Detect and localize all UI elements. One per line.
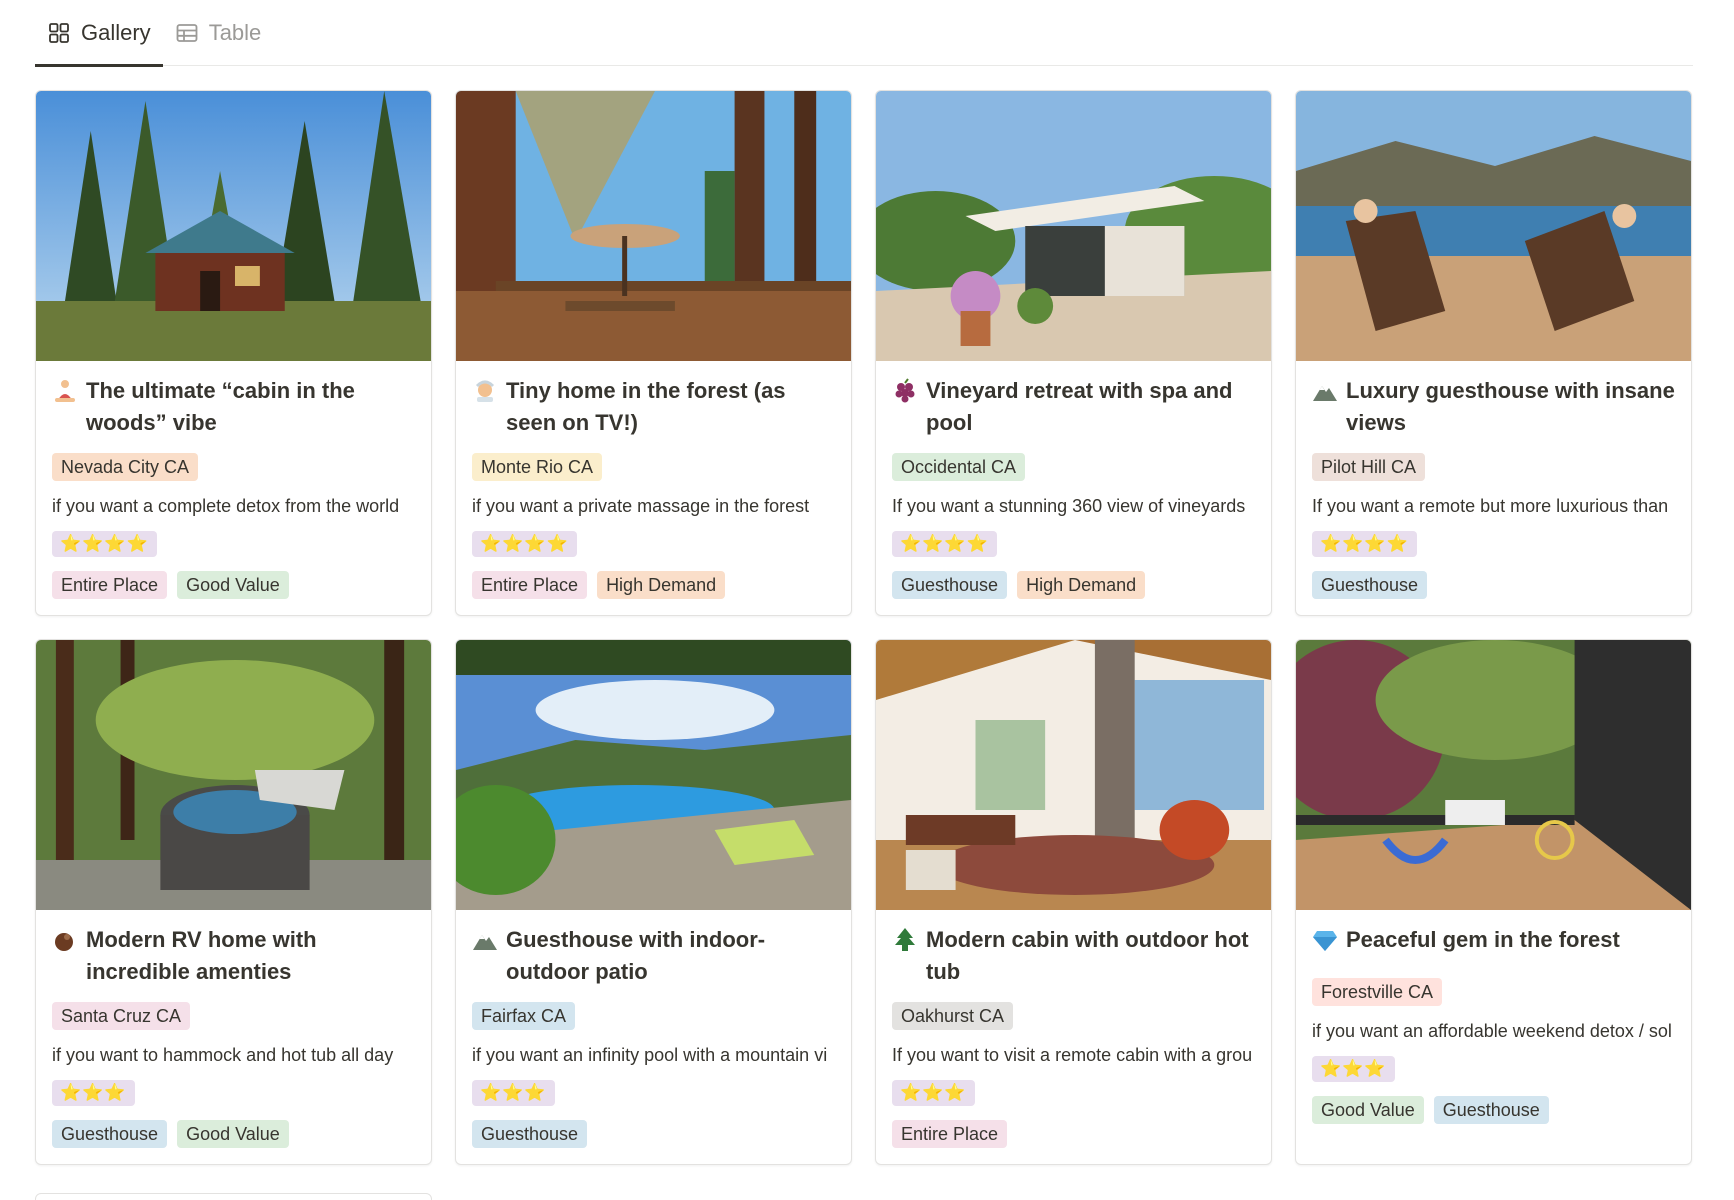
card-description: If you want a remote but more luxurious … <box>1312 496 1669 516</box>
tag-entire-place: Entire Place <box>472 571 588 599</box>
location-tag: Monte Rio CA <box>472 453 603 481</box>
rating-stars: ⭐⭐⭐ <box>472 1080 555 1106</box>
person-meditating-icon <box>55 380 75 402</box>
card-title: Peaceful gem in the forest <box>1346 927 1620 952</box>
tag-guesthouse: Guesthouse <box>1312 571 1428 599</box>
rating-stars: ⭐⭐⭐⭐ <box>472 531 577 557</box>
mountain-icon <box>473 935 497 950</box>
tab-gallery-label: Gallery <box>81 20 151 45</box>
tag-guesthouse: Guesthouse <box>1433 1096 1549 1124</box>
tag-entire-place: Entire Place <box>52 571 168 599</box>
location-tag: Fairfax CA <box>472 1002 576 1030</box>
gallery-card[interactable]: Peaceful gem in the forest Forestville C… <box>1295 639 1692 1165</box>
tag-guesthouse: Guesthouse <box>472 1120 588 1148</box>
tab-table-label: Table <box>208 20 262 45</box>
cover-image-forest-deck <box>1296 640 1691 910</box>
card-title: Luxury guesthouse with insane views <box>1346 378 1675 435</box>
gallery-card-partial[interactable] <box>35 1193 432 1200</box>
card-tags: Guesthouse Good Value <box>52 1120 431 1148</box>
card-description: if you want to hammock and hot tub all d… <box>52 1045 394 1065</box>
cover-image-modern-cabin-interior <box>876 640 1271 910</box>
card-tags: Good Value Guesthouse <box>1312 1096 1691 1124</box>
rating-stars: ⭐⭐⭐ <box>892 1080 975 1106</box>
card-tags: Entire Place <box>892 1120 1271 1148</box>
card-description: if you want an affordable weekend detox … <box>1312 1021 1672 1041</box>
tag-high-demand: High Demand <box>597 571 726 599</box>
rating-stars: ⭐⭐⭐⭐ <box>892 531 997 557</box>
gallery-card[interactable]: Guesthouse with indoor-outdoor patio Fai… <box>455 639 852 1165</box>
card-title: Tiny home in the forest (as seen on TV!) <box>506 378 786 435</box>
mountain-icon <box>1313 386 1337 401</box>
tab-gallery[interactable]: Gallery <box>35 0 163 67</box>
tag-guesthouse: Guesthouse <box>892 571 1008 599</box>
tag-guesthouse: Guesthouse <box>52 1120 168 1148</box>
card-tags: Guesthouse <box>472 1120 851 1148</box>
view-tabs: Gallery Table <box>35 0 1693 67</box>
rating-stars: ⭐⭐⭐ <box>52 1080 135 1106</box>
tag-good-value: Good Value <box>1312 1096 1424 1124</box>
gallery-card[interactable]: The ultimate “cabin in the woods” vibe N… <box>35 90 432 616</box>
card-description: if you want a complete detox from the wo… <box>52 496 400 516</box>
gem-icon <box>1313 931 1337 951</box>
card-tags: Entire Place High Demand <box>472 571 851 599</box>
cover-image-cabin-woods <box>36 91 431 361</box>
location-tag: Oakhurst CA <box>892 1002 1014 1030</box>
card-tags: Entire Place Good Value <box>52 571 431 599</box>
rating-stars: ⭐⭐⭐⭐ <box>1312 531 1417 557</box>
cover-image-lake-view <box>1296 91 1691 361</box>
card-title: The ultimate “cabin in the woods” vibe <box>86 378 355 435</box>
gallery-card[interactable]: Vineyard retreat with spa and pool Occid… <box>875 90 1272 616</box>
tag-high-demand: High Demand <box>1017 571 1146 599</box>
rating-stars: ⭐⭐⭐ <box>1312 1056 1395 1082</box>
location-tag: Nevada City CA <box>52 453 199 481</box>
location-tag: Forestville CA <box>1312 978 1443 1006</box>
card-description: if you want an infinity pool with a moun… <box>472 1045 828 1065</box>
card-title: Vineyard retreat with spa and pool <box>926 378 1233 435</box>
tab-table[interactable]: Table <box>163 0 274 66</box>
gallery-grid: The ultimate “cabin in the woods” vibe N… <box>35 90 1693 1165</box>
card-description: if you want a private massage in the for… <box>472 496 810 516</box>
rating-stars: ⭐⭐⭐⭐ <box>52 531 157 557</box>
table-icon <box>176 24 198 42</box>
card-tags: Guesthouse <box>1312 571 1691 599</box>
card-title: Modern RV home with incredible amenties <box>86 927 317 984</box>
person-in-steam-icon <box>475 380 495 402</box>
gallery-icon <box>49 23 69 43</box>
location-tag: Santa Cruz CA <box>52 1002 191 1030</box>
gallery-card[interactable]: Modern RV home with incredible amenties … <box>35 639 432 1165</box>
card-tags: Guesthouse High Demand <box>892 571 1271 599</box>
evergreen-tree-icon <box>895 928 915 951</box>
card-title: Modern cabin with outdoor hot tub <box>926 927 1249 984</box>
card-description: If you want to visit a remote cabin with… <box>892 1045 1253 1065</box>
cover-image-tiny-home-deck <box>456 91 851 361</box>
grapes-icon <box>895 378 915 403</box>
cover-image-vineyard-retreat <box>876 91 1271 361</box>
gallery-card[interactable]: Luxury guesthouse with insane views Pilo… <box>1295 90 1692 616</box>
card-title: Guesthouse with indoor-outdoor patio <box>506 927 766 984</box>
tag-good-value: Good Value <box>177 571 289 599</box>
gallery-card[interactable]: Tiny home in the forest (as seen on TV!)… <box>455 90 852 616</box>
location-tag: Pilot Hill CA <box>1312 453 1426 481</box>
coconut-icon <box>55 933 73 951</box>
cover-image-infinity-pool <box>456 640 851 910</box>
location-tag: Occidental CA <box>892 453 1026 481</box>
card-description: If you want a stunning 360 view of viney… <box>892 496 1246 516</box>
tag-entire-place: Entire Place <box>892 1120 1008 1148</box>
cover-image-hot-tub-forest <box>36 640 431 910</box>
gallery-card[interactable]: Modern cabin with outdoor hot tub Oakhur… <box>875 639 1272 1165</box>
tag-good-value: Good Value <box>177 1120 289 1148</box>
